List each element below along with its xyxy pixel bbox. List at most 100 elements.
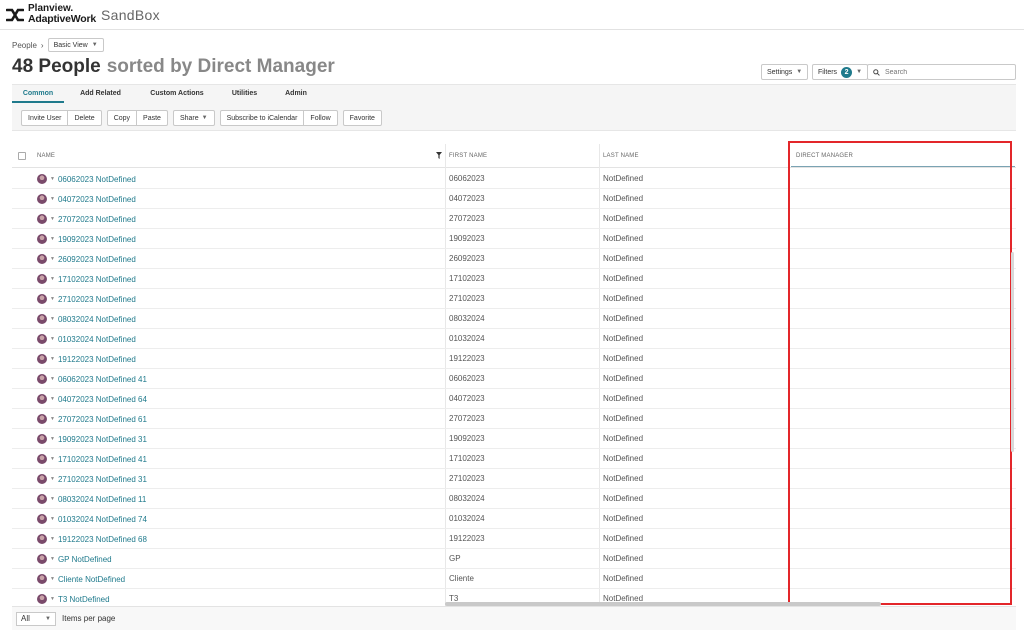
first-name-cell[interactable]: 19122023 [449,529,485,549]
first-name-cell[interactable]: 06062023 [449,169,485,189]
tab-add-related[interactable]: Add Related [64,85,137,103]
last-name-cell[interactable]: NotDefined [603,429,643,449]
person-name[interactable]: 08032024 NotDefined [58,315,136,324]
person-name[interactable]: 06062023 NotDefined [58,175,136,184]
copy-button[interactable]: Copy [106,110,138,126]
person-name[interactable]: 06062023 NotDefined 41 [58,375,147,384]
chevron-down-icon[interactable]: ▼ [50,516,55,522]
chevron-down-icon[interactable]: ▼ [50,556,55,562]
settings-button[interactable]: Settings ▼ [761,64,809,80]
tab-common[interactable]: Common [12,85,64,103]
person-name-link[interactable]: ▼ 08032024 NotDefined [37,309,136,329]
table-row[interactable]: ▼ 19092023 NotDefined 31 19092023 NotDefine… [12,429,1016,449]
person-name[interactable]: 19122023 NotDefined [58,355,136,364]
table-row[interactable]: ▼ 27072023 NotDefined 27072023 NotDefined [12,209,1016,229]
table-row[interactable]: ▼ 19122023 NotDefined 68 19122023 NotDefine… [12,529,1016,549]
person-name-link[interactable]: ▼ T3 NotDefined [37,589,110,606]
person-name[interactable]: 17102023 NotDefined 41 [58,455,147,464]
person-name[interactable]: 17102023 NotDefined [58,275,136,284]
view-selector[interactable]: Basic View ▼ [47,38,104,52]
column-header-last-name[interactable]: LAST NAME [603,144,639,168]
paste-button[interactable]: Paste [137,110,168,126]
table-row[interactable]: ▼ 01032024 NotDefined 74 01032024 NotDefine… [12,509,1016,529]
first-name-cell[interactable]: 01032024 [449,329,485,349]
chevron-down-icon[interactable]: ▼ [50,576,55,582]
first-name-cell[interactable]: 27102023 [449,469,485,489]
last-name-cell[interactable]: NotDefined [603,189,643,209]
chevron-down-icon[interactable]: ▼ [50,216,55,222]
person-name-link[interactable]: ▼ 08032024 NotDefined 11 [37,489,146,509]
first-name-cell[interactable]: 04072023 [449,389,485,409]
brand-name[interactable]: Planview. AdaptiveWork [28,4,96,25]
person-name[interactable]: 27072023 NotDefined [58,215,136,224]
first-name-cell[interactable]: 27072023 [449,209,485,229]
table-row[interactable]: ▼ 19092023 NotDefined 19092023 NotDefined [12,229,1016,249]
table-row[interactable]: ▼ 19122023 NotDefined 19122023 NotDefined [12,349,1016,369]
tab-custom-actions[interactable]: Custom Actions [137,85,217,103]
last-name-cell[interactable]: NotDefined [603,489,643,509]
table-row[interactable]: ▼ 08032024 NotDefined 08032024 NotDefined [12,309,1016,329]
last-name-cell[interactable]: NotDefined [603,469,643,489]
person-name-link[interactable]: ▼ Cliente NotDefined [37,569,125,589]
last-name-cell[interactable]: NotDefined [603,289,643,309]
person-name[interactable]: 19092023 NotDefined 31 [58,435,147,444]
table-row[interactable]: ▼ 17102023 NotDefined 41 17102023 NotDefine… [12,449,1016,469]
last-name-cell[interactable]: NotDefined [603,409,643,429]
chevron-down-icon[interactable]: ▼ [50,396,55,402]
first-name-cell[interactable]: 27102023 [449,289,485,309]
person-name[interactable]: 08032024 NotDefined 11 [58,495,146,504]
table-row[interactable]: ▼ 04072023 NotDefined 04072023 NotDefined [12,189,1016,209]
person-name-link[interactable]: ▼ 27072023 NotDefined [37,209,136,229]
person-name[interactable]: GP NotDefined [58,555,112,564]
person-name[interactable]: 04072023 NotDefined [58,195,136,204]
person-name-link[interactable]: ▼ 01032024 NotDefined 74 [37,509,147,529]
favorite-button[interactable]: Favorite [342,110,382,126]
table-row[interactable]: ▼ 17102023 NotDefined 17102023 NotDefined [12,269,1016,289]
first-name-cell[interactable]: 08032024 [449,489,485,509]
person-name[interactable]: 04072023 NotDefined 64 [58,395,147,404]
chevron-down-icon[interactable]: ▼ [50,336,55,342]
person-name-link[interactable]: ▼ 19122023 NotDefined [37,349,136,369]
chevron-down-icon[interactable]: ▼ [50,436,55,442]
person-name-link[interactable]: ▼ 06062023 NotDefined [37,169,136,189]
chevron-down-icon[interactable]: ▼ [50,296,55,302]
chevron-down-icon[interactable]: ▼ [50,596,55,602]
person-name-link[interactable]: ▼ 19122023 NotDefined 68 [37,529,147,549]
person-name-link[interactable]: ▼ 27102023 NotDefined 31 [37,469,147,489]
follow-button[interactable]: Follow [304,110,338,126]
invite-user-button[interactable]: Invite User [21,110,69,126]
first-name-cell[interactable]: 19122023 [449,349,485,369]
last-name-cell[interactable]: NotDefined [603,249,643,269]
first-name-cell[interactable]: 26092023 [449,249,485,269]
first-name-cell[interactable]: 06062023 [449,369,485,389]
person-name[interactable]: T3 NotDefined [58,595,110,604]
delete-button[interactable]: Delete [68,110,102,126]
search-box[interactable] [867,64,1016,80]
chevron-down-icon[interactable]: ▼ [50,416,55,422]
first-name-cell[interactable]: 19092023 [449,229,485,249]
last-name-cell[interactable]: NotDefined [603,389,643,409]
column-header-first-name[interactable]: FIRST NAME [449,144,487,168]
last-name-cell[interactable]: NotDefined [603,369,643,389]
last-name-cell[interactable]: NotDefined [603,549,643,569]
chevron-down-icon[interactable]: ▼ [50,536,55,542]
filters-button[interactable]: Filters 2 ▼ [812,64,869,80]
first-name-cell[interactable]: 01032024 [449,509,485,529]
first-name-cell[interactable]: 08032024 [449,309,485,329]
first-name-cell[interactable]: 17102023 [449,449,485,469]
chevron-down-icon[interactable]: ▼ [50,356,55,362]
last-name-cell[interactable]: NotDefined [603,529,643,549]
last-name-cell[interactable]: NotDefined [603,209,643,229]
person-name[interactable]: Cliente NotDefined [58,575,125,584]
last-name-cell[interactable]: NotDefined [603,569,643,589]
person-name-link[interactable]: ▼ 19092023 NotDefined 31 [37,429,147,449]
person-name-link[interactable]: ▼ 04072023 NotDefined 64 [37,389,147,409]
chevron-down-icon[interactable]: ▼ [50,496,55,502]
person-name[interactable]: 19122023 NotDefined 68 [58,535,147,544]
chevron-down-icon[interactable]: ▼ [50,196,55,202]
last-name-cell[interactable]: NotDefined [603,169,643,189]
table-row[interactable]: ▼ 27072023 NotDefined 61 27072023 NotDefine… [12,409,1016,429]
chevron-down-icon[interactable]: ▼ [50,276,55,282]
chevron-down-icon[interactable]: ▼ [50,476,55,482]
last-name-cell[interactable]: NotDefined [603,509,643,529]
